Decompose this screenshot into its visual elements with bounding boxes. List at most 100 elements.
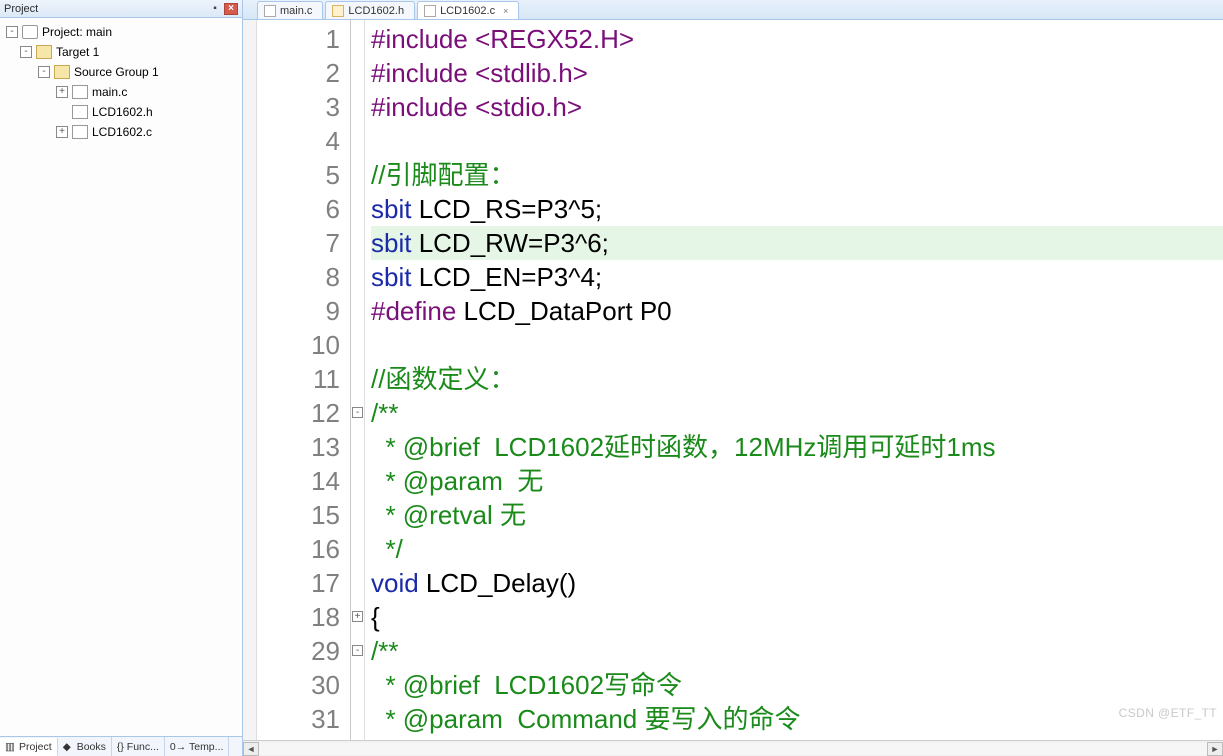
line-number: 2 (257, 56, 340, 90)
fold-toggle-icon[interactable]: + (352, 611, 363, 622)
editor-tab-lcd1602-h[interactable]: LCD1602.h (325, 1, 415, 19)
line-number: 10 (257, 328, 340, 362)
fold-toggle-icon[interactable]: - (352, 407, 363, 418)
project-panel-titlebar: Project ▪ × (0, 0, 242, 18)
code-line[interactable] (371, 124, 1223, 158)
fold-toggle-icon[interactable]: - (352, 645, 363, 656)
books-icon: ◆ (63, 741, 74, 752)
scroll-track[interactable] (259, 743, 1207, 755)
cfile-icon (264, 5, 276, 17)
tree-target-label: Target 1 (56, 45, 99, 59)
code-line[interactable]: #include <stdlib.h> (371, 56, 1223, 90)
code-line[interactable]: #include <stdio.h> (371, 90, 1223, 124)
code-line[interactable]: * @brief LCD1602延时函数，12MHz调用可延时1ms (371, 430, 1223, 464)
tab-close-icon[interactable]: × (503, 6, 508, 16)
tree-file[interactable]: LCD1602.h (2, 102, 240, 122)
line-number: 31 (257, 702, 340, 736)
tree-file[interactable]: + main.c (2, 82, 240, 102)
line-number-gutter: 12345678910111213141516171829303132 (257, 20, 351, 740)
cfile-icon (72, 125, 88, 139)
line-number: 6 (257, 192, 340, 226)
tree-root-label: Project: main (42, 25, 112, 39)
code-line[interactable]: { (371, 600, 1223, 634)
expand-icon[interactable]: + (56, 86, 68, 98)
folder-icon (54, 65, 70, 79)
code-content[interactable]: #include <REGX52.H>#include <stdlib.h>#i… (365, 20, 1223, 740)
line-number: 29 (257, 634, 340, 668)
code-line[interactable]: //引脚配置： (371, 158, 1223, 192)
line-number: 9 (257, 294, 340, 328)
project-panel-title: Project (4, 3, 38, 15)
line-number: 17 (257, 566, 340, 600)
tree-file-label: main.c (92, 85, 127, 99)
tree-file-label: LCD1602.h (92, 105, 153, 119)
panel-tab-project[interactable]: ▥ Project (0, 738, 58, 756)
tree-group-label: Source Group 1 (74, 65, 159, 79)
code-line[interactable]: #define LCD_DataPort P0 (371, 294, 1223, 328)
expand-icon[interactable]: - (20, 46, 32, 58)
project-tree[interactable]: - Project: main - Target 1 - Source Grou… (0, 18, 242, 736)
line-number: 12 (257, 396, 340, 430)
project-tab-icon: ▥ (5, 741, 16, 752)
tree-file[interactable]: + LCD1602.c (2, 122, 240, 142)
close-icon[interactable]: × (224, 3, 238, 15)
code-line[interactable]: * @param Command 要写入的命令 (371, 702, 1223, 736)
line-number: 30 (257, 668, 340, 702)
cfile-icon (72, 85, 88, 99)
panel-tab-templates[interactable]: 0→ Temp... (165, 737, 230, 756)
line-number: 14 (257, 464, 340, 498)
line-number: 13 (257, 430, 340, 464)
project-icon (22, 25, 38, 39)
editor-tab-main-c[interactable]: main.c (257, 1, 323, 19)
line-number: 4 (257, 124, 340, 158)
project-panel: Project ▪ × - Project: main - Target 1 -… (0, 0, 243, 756)
expand-icon[interactable]: - (38, 66, 50, 78)
code-line[interactable]: /** (371, 634, 1223, 668)
line-number: 3 (257, 90, 340, 124)
code-line[interactable]: sbit LCD_RS=P3^5; (371, 192, 1223, 226)
line-number: 5 (257, 158, 340, 192)
line-number: 16 (257, 532, 340, 566)
line-number: 8 (257, 260, 340, 294)
code-line[interactable]: void LCD_Delay() (371, 566, 1223, 600)
line-number: 18 (257, 600, 340, 634)
tree-file-label: LCD1602.c (92, 125, 152, 139)
expand-icon[interactable]: - (6, 26, 18, 38)
code-line[interactable]: /** (371, 396, 1223, 430)
code-line[interactable] (371, 328, 1223, 362)
editor-tabs: main.c LCD1602.h LCD1602.c × (243, 0, 1223, 20)
panel-tab-functions[interactable]: {} Func... (112, 737, 165, 756)
folder-icon (36, 45, 52, 59)
code-line[interactable]: * @param 无 (371, 464, 1223, 498)
hfile-icon (72, 105, 88, 119)
line-number: 1 (257, 22, 340, 56)
code-line[interactable]: //函数定义： (371, 362, 1223, 396)
code-line[interactable]: * @retval 无 (371, 498, 1223, 532)
tree-root[interactable]: - Project: main (2, 22, 240, 42)
cfile-icon (424, 5, 436, 17)
tree-target[interactable]: - Target 1 (2, 42, 240, 62)
code-editor[interactable]: 12345678910111213141516171829303132 -+- … (243, 20, 1223, 740)
fold-margin[interactable]: - + - (351, 20, 365, 740)
code-line[interactable]: sbit LCD_RW=P3^6; (371, 226, 1223, 260)
line-number: 32 (257, 736, 340, 740)
editor-area: main.c LCD1602.h LCD1602.c × 12345678910… (243, 0, 1223, 756)
code-line[interactable]: * @brief LCD1602写命令 (371, 668, 1223, 702)
pin-icon[interactable]: ▪ (208, 3, 222, 15)
code-line[interactable]: sbit LCD_EN=P3^4; (371, 260, 1223, 294)
code-line[interactable]: * @retval 无 (371, 736, 1223, 740)
tree-group[interactable]: - Source Group 1 (2, 62, 240, 82)
code-line[interactable]: #include <REGX52.H> (371, 22, 1223, 56)
line-number: 15 (257, 498, 340, 532)
expand-icon[interactable]: + (56, 126, 68, 138)
panel-tab-books[interactable]: ◆ Books (58, 737, 112, 756)
line-number: 11 (257, 362, 340, 396)
breakpoint-margin[interactable] (243, 20, 257, 740)
code-line[interactable]: */ (371, 532, 1223, 566)
scroll-right-icon[interactable]: ► (1207, 742, 1223, 756)
scroll-left-icon[interactable]: ◄ (243, 742, 259, 756)
panel-bottom-tabs: ▥ Project ◆ Books {} Func... 0→ Temp... (0, 736, 242, 756)
line-number: 7 (257, 226, 340, 260)
horizontal-scrollbar[interactable]: ◄ ► (243, 740, 1223, 756)
editor-tab-lcd1602-c[interactable]: LCD1602.c × (417, 1, 519, 19)
